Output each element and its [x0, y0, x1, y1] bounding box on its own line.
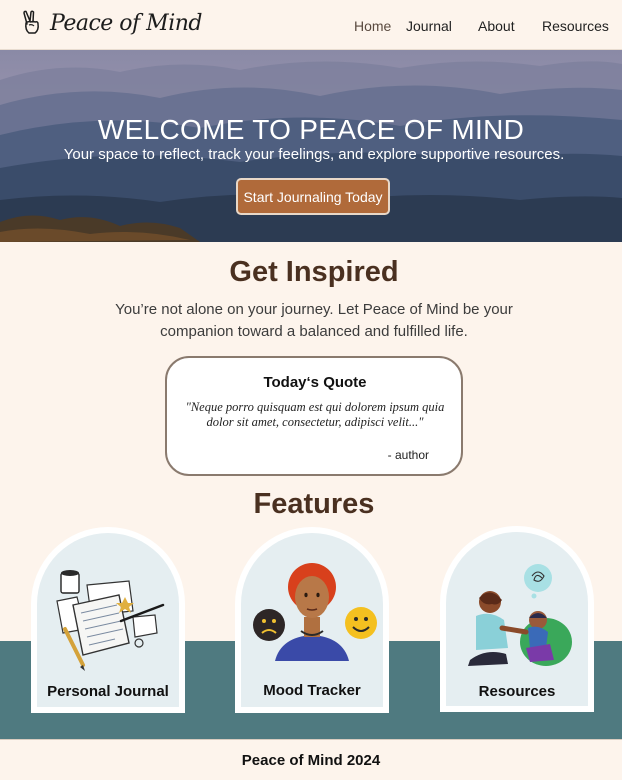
navbar: Peace of Mind Home Journal About Resourc…: [0, 0, 622, 50]
features-heading: Features: [253, 488, 375, 520]
hero-title: WELCOME TO PEACE OF MIND: [97, 114, 525, 145]
footer: Peace of Mind 2024: [0, 739, 622, 780]
feature-card-inner: Mood Tracker: [241, 533, 383, 707]
feature-label-mood: Mood Tracker: [263, 682, 361, 699]
feature-card-inner: Resources: [446, 532, 588, 706]
footer-text: Peace of Mind 2024: [241, 751, 381, 769]
journal-illustration: [56, 570, 165, 671]
nav-journal[interactable]: Journal: [406, 18, 452, 34]
nav-links: Home Journal About Resources: [0, 18, 622, 38]
inspired-text: You’re not alone on your journey. Let Pe…: [115, 301, 513, 340]
nav-home[interactable]: Home: [354, 18, 391, 34]
quote-card: Today‘s Quote "Neque porro quisquam est …: [165, 356, 463, 476]
feature-card-mood[interactable]: Mood Tracker: [235, 527, 389, 713]
inspired-heading: Get Inspired: [229, 256, 399, 288]
quote-author: - author: [387, 448, 429, 462]
mood-illustration: [253, 563, 377, 661]
support-illustration: [468, 564, 572, 666]
start-journaling-button[interactable]: Start Journaling Today: [236, 178, 390, 215]
quote-title: Today‘s Quote: [263, 374, 367, 391]
feature-card-resources[interactable]: Resources: [440, 526, 594, 712]
hero-subtitle: Your space to reflect, track your feelin…: [63, 146, 565, 163]
feature-card-inner: Personal Journal: [37, 533, 179, 707]
hero-banner: WELCOME TO PEACE OF MIND Your space to r…: [0, 50, 622, 242]
feature-label-resources: Resources: [478, 683, 556, 700]
nav-about[interactable]: About: [478, 18, 515, 34]
feature-card-journal[interactable]: Personal Journal: [31, 527, 185, 713]
nav-resources[interactable]: Resources: [542, 18, 609, 34]
page: Peace of Mind Home Journal About Resourc…: [0, 0, 622, 780]
feature-label-journal: Personal Journal: [47, 683, 169, 700]
quote-body: "Neque porro quisquam est qui dolorem ip…: [185, 400, 445, 429]
